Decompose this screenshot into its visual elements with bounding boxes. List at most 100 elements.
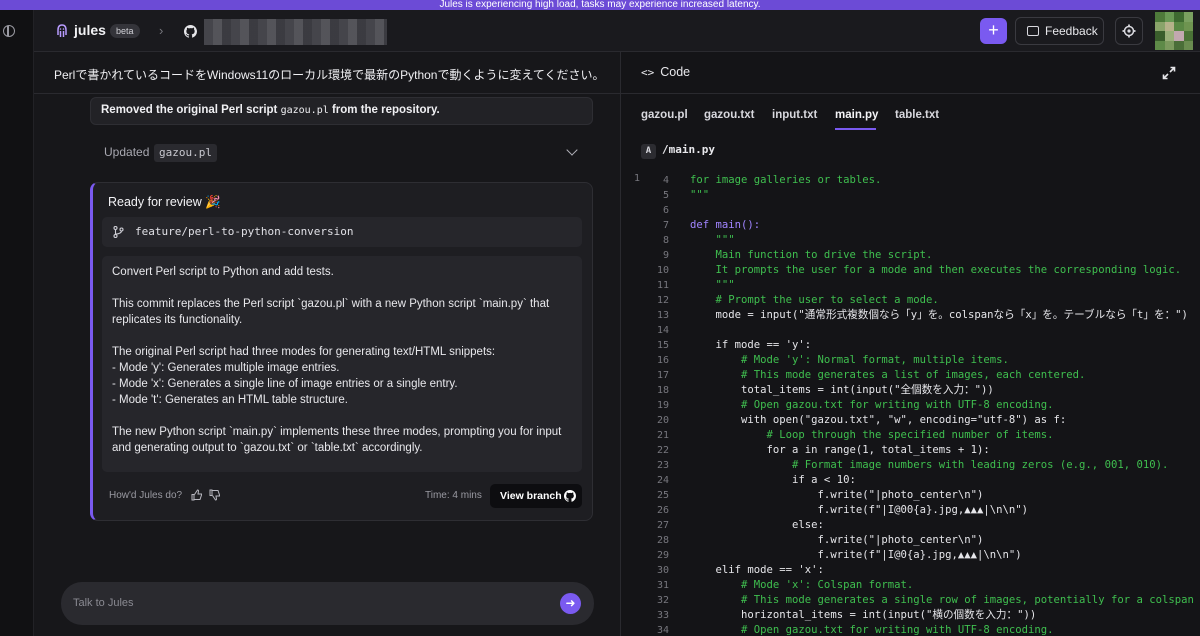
line-number: 13 — [656, 310, 669, 321]
send-button[interactable]: ➜ — [560, 593, 581, 614]
line-number: 19 — [656, 400, 669, 411]
line-number: 26 — [656, 505, 669, 516]
code-text: total_items = int(input("全個数を入力：")) — [690, 384, 994, 396]
new-task-button[interactable]: + — [980, 18, 1007, 44]
updated-label: Updated — [104, 145, 150, 159]
code-text: if a < 10: — [690, 474, 856, 486]
line-number: 10 — [656, 265, 669, 276]
line-number: 11 — [656, 280, 669, 291]
line-number: 22 — [656, 445, 669, 456]
removed-file: gazou.pl — [280, 105, 329, 116]
code-text: """ — [690, 189, 710, 201]
line-number: 9 — [662, 250, 669, 261]
line-number: 31 — [656, 580, 669, 591]
line-number: 23 — [656, 460, 669, 471]
chevron-down-icon[interactable] — [566, 144, 578, 156]
code-text: else: — [690, 519, 824, 531]
expand-icon[interactable] — [1162, 66, 1176, 80]
line-number: 27 — [656, 520, 669, 531]
code-panel: <> Code gazou.pl gazou.txt input.txt main… — [620, 52, 1200, 636]
view-branch-button[interactable]: View branch — [490, 484, 582, 508]
code-text: horizontal_items = int(input("横の個数を入力：")… — [690, 609, 1037, 621]
status-banner: Jules is experiencing high load, tasks m… — [0, 0, 1200, 10]
code-text: """ — [690, 234, 735, 246]
code-text: # This mode generates a list of images, … — [690, 369, 1086, 381]
avatar[interactable] — [1155, 12, 1193, 50]
chat-panel: Perlで書かれているコードをWindows11のローカル環境で最新のPytho… — [34, 52, 620, 636]
line-number: 17 — [656, 370, 669, 381]
settings-button[interactable] — [1115, 17, 1143, 45]
branch-box: feature/perl-to-python-conversion — [102, 217, 582, 247]
line-number: 8 — [662, 235, 669, 246]
code-text: # Open gazou.txt for writing with UTF-8 … — [690, 399, 1054, 411]
code-text: # Format image numbers with leading zero… — [690, 459, 1169, 471]
code-panel-header: <> Code — [641, 65, 690, 79]
line-number: 28 — [656, 535, 669, 546]
line-number: 18 — [656, 385, 669, 396]
line-number: 14 — [656, 325, 669, 336]
updated-file-chip[interactable]: gazou.pl — [154, 144, 217, 162]
code-text: mode = input("通常形式複数個なら「y」を。colspanなら「x」… — [690, 309, 1188, 321]
line-number: 30 — [656, 565, 669, 576]
thumbs-up-icon[interactable] — [191, 489, 203, 501]
code-text: It prompts the user for a mode and then … — [690, 264, 1182, 276]
task-title: Perlで書かれているコードをWindows11のローカル環境で最新のPytho… — [54, 68, 605, 82]
divider — [621, 93, 1200, 94]
tab-gazou-pl[interactable]: gazou.pl — [641, 109, 688, 121]
code-text: f.write(f"|I@0{a}.jpg,▲▲▲|\n\n") — [690, 549, 1022, 561]
removed-prefix: Removed the original Perl script — [101, 104, 281, 116]
feedback-button[interactable]: Feedback — [1015, 17, 1104, 45]
review-title: Ready for review 🎉 — [108, 195, 221, 209]
line-number: 12 — [656, 295, 669, 306]
chat-input[interactable] — [73, 592, 543, 614]
code-panel-title: Code — [660, 65, 691, 79]
code-text: # Mode 'x': Colspan format. — [690, 579, 914, 591]
github-icon — [564, 490, 576, 502]
code-text: for a in range(1, total_items + 1): — [690, 444, 990, 456]
feedback-label: Feedback — [1045, 24, 1098, 38]
top-header: jules beta › + Feedback — [34, 10, 1200, 52]
chevron-right-icon: › — [159, 23, 164, 38]
thumbs-down-icon[interactable] — [209, 489, 221, 501]
line-number: 7 — [662, 220, 669, 231]
tab-input-txt[interactable]: input.txt — [772, 109, 817, 121]
line-number: 1 — [634, 173, 641, 184]
code-text: # Loop through the specified number of i… — [690, 429, 1054, 441]
branch-name: feature/perl-to-python-conversion — [135, 225, 354, 238]
removed-suffix: from the repository. — [328, 104, 440, 116]
review-card: Ready for review 🎉 feature/perl-to-pytho… — [90, 182, 593, 521]
code-text: f.write("|photo_center\n") — [690, 534, 984, 546]
code-editor[interactable]: 1 4 for image galleries or tables. 5 """ 6 7 d… — [621, 170, 1200, 636]
code-text: for image galleries or tables. — [690, 174, 882, 186]
divider — [34, 93, 620, 94]
activity-card: Removed the original Perl script gazou.p… — [90, 97, 593, 125]
file-path: A/main.py — [641, 143, 715, 159]
code-text: f.write(f"|I@00{a}.jpg,▲▲▲|\n\n") — [690, 504, 1029, 516]
line-number: 25 — [656, 490, 669, 501]
tab-main-py[interactable]: main.py — [835, 109, 878, 121]
line-number: 15 — [656, 340, 669, 351]
chat-composer: ➜ — [61, 582, 594, 625]
jules-logo-icon[interactable] — [54, 23, 70, 39]
task-duration: Time: 4 mins — [425, 490, 482, 501]
github-icon — [184, 25, 197, 38]
gear-icon — [1122, 24, 1136, 38]
feedback-icon — [1027, 26, 1039, 36]
commit-message: Convert Perl script to Python and add te… — [102, 256, 582, 472]
code-text: # This mode generates a single row of im… — [690, 594, 1194, 606]
tab-gazou-txt[interactable]: gazou.txt — [704, 109, 754, 121]
app-name[interactable]: jules — [74, 22, 106, 38]
repo-selector[interactable] — [204, 19, 387, 45]
line-number: 33 — [656, 610, 669, 621]
line-number: 6 — [662, 205, 669, 216]
code-text: Main function to drive the script. — [690, 249, 933, 261]
rate-prompt: How'd Jules do? — [109, 490, 183, 501]
code-text: # Prompt the user to select a mode. — [690, 294, 939, 306]
view-branch-label: View branch — [500, 490, 562, 502]
code-text: if mode == 'y': — [690, 339, 812, 351]
file-status-badge: A — [641, 144, 656, 159]
active-tab-indicator — [835, 128, 876, 130]
panel-toggle-icon[interactable] — [3, 25, 15, 37]
file-path-text: /main.py — [662, 143, 715, 156]
tab-table-txt[interactable]: table.txt — [895, 109, 939, 121]
